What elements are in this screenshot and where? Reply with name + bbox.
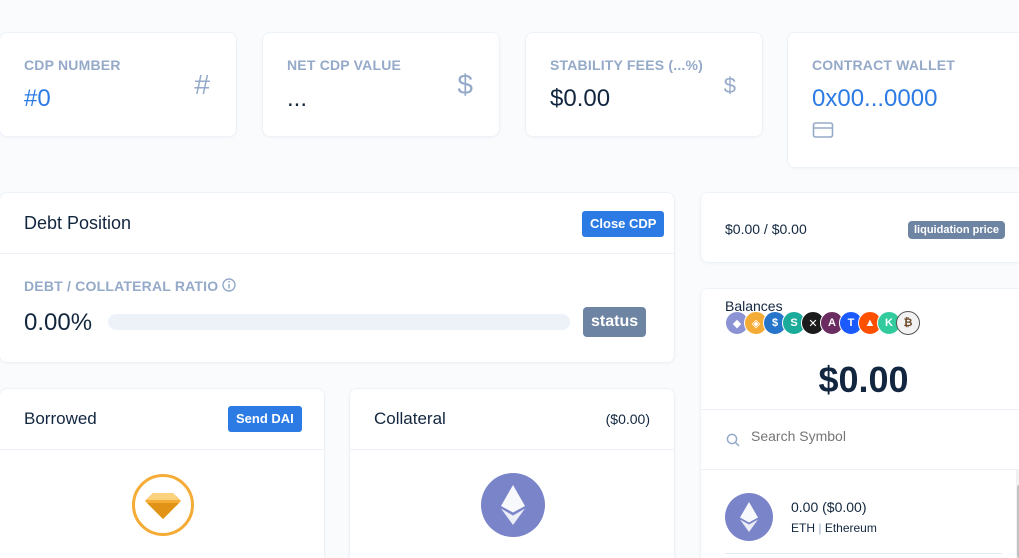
- stat-card-stability-fees: STABILITY FEES (...%) $0.00 $: [525, 32, 763, 137]
- token-name: Ethereum: [824, 521, 877, 535]
- search-symbol-input[interactable]: [751, 428, 971, 444]
- contract-wallet-address[interactable]: 0x00...0000: [812, 85, 937, 113]
- search-row: [701, 409, 1019, 470]
- close-cdp-button[interactable]: Close CDP: [582, 211, 665, 237]
- stat-card-net-cdp-value: NET CDP VALUE ... $: [262, 32, 500, 137]
- stat-label: CDP NUMBER: [24, 57, 121, 73]
- token-separator: |: [818, 521, 822, 535]
- debt-ratio-progress-bar: [108, 314, 570, 330]
- search-icon: [726, 433, 740, 447]
- send-dai-button[interactable]: Send DAI: [228, 406, 302, 432]
- token-meta: ETH | Ethereum: [791, 521, 877, 535]
- collateral-card: Collateral ($0.00): [349, 388, 675, 558]
- liquidation-price-value: $0.00 / $0.00: [725, 221, 807, 237]
- debt-ratio-value: 0.00%: [24, 309, 93, 336]
- liquidation-price-badge: liquidation price: [908, 221, 1005, 239]
- stat-label: CONTRACT WALLET: [812, 57, 955, 73]
- borrowed-title: Borrowed: [24, 409, 97, 428]
- stat-label: STABILITY FEES (...%): [550, 57, 704, 73]
- collateral-title: Collateral: [374, 409, 446, 428]
- debt-ratio-label: DEBT / COLLATERAL RATIO: [24, 278, 237, 294]
- token-list-item[interactable]: 0.00 ($0.00) ETH | Ethereum: [701, 471, 1016, 558]
- net-cdp-value: ...: [287, 85, 308, 112]
- dollar-icon: $: [457, 69, 473, 100]
- token-row-divider: [725, 553, 1002, 554]
- borrowed-card: Borrowed Send DAI: [0, 388, 325, 558]
- dai-token-icon: [132, 474, 194, 536]
- token-symbol: ETH: [791, 521, 815, 535]
- debt-position-title: Debt Position: [24, 213, 132, 233]
- ethereum-icon: [725, 493, 773, 541]
- debt-position-card: Debt Position Close CDP DEBT / COLLATERA…: [0, 192, 675, 363]
- credit-card-icon: [812, 122, 834, 138]
- stat-card-cdp-number: CDP NUMBER #0 #: [0, 32, 237, 137]
- balances-total: $0.00: [818, 359, 909, 400]
- hash-icon: #: [194, 69, 210, 100]
- ethereum-icon: [481, 473, 545, 537]
- liquidation-price-card: $0.00 / $0.00 liquidation price: [700, 192, 1019, 263]
- status-badge: status: [583, 307, 647, 337]
- cdp-number-value: #0: [24, 85, 51, 112]
- collateral-value: ($0.00): [605, 411, 650, 427]
- stability-fees-value: $0.00: [550, 85, 611, 112]
- balances-card: Balances ◆ ◈ $ S ✕ A T ▲ K ₿ $0.00 0.00 …: [700, 288, 1019, 558]
- token-amount: 0.00 ($0.00): [791, 499, 867, 515]
- bitcoin-token-icon[interactable]: ₿: [896, 311, 920, 335]
- stat-card-contract-wallet: CONTRACT WALLET 0x00...0000: [787, 32, 1019, 168]
- stat-label: NET CDP VALUE: [287, 57, 402, 73]
- dollar-icon: $: [723, 73, 736, 98]
- info-icon[interactable]: [222, 278, 237, 292]
- ratio-label-text: DEBT / COLLATERAL RATIO: [24, 278, 219, 294]
